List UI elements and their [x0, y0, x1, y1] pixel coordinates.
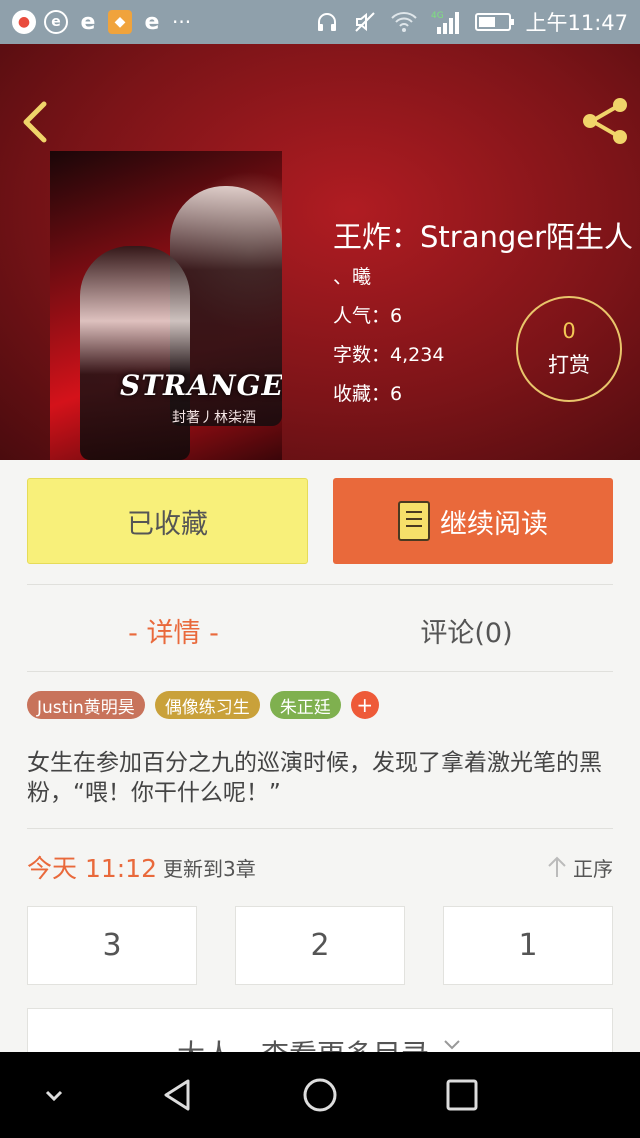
popularity-stat: 人气：6: [333, 301, 402, 328]
word-count-value: 4,234: [390, 344, 445, 366]
chapter-button[interactable]: 3: [27, 906, 197, 985]
book-icon: [398, 501, 430, 541]
back-arrow-icon[interactable]: [18, 100, 52, 144]
word-count-label: 字数：: [333, 344, 391, 366]
update-time: 今天 11:12: [27, 854, 157, 883]
add-tag-button[interactable]: +: [350, 691, 379, 719]
continue-reading-label: 继续阅读: [440, 508, 548, 540]
favorites-label: 收藏：: [333, 383, 391, 405]
arrow-up-icon: [548, 856, 566, 877]
update-info: 今天 11:12 更新到3章 正序: [27, 849, 613, 885]
update-text: 更新到3章: [163, 856, 256, 881]
recents-square-icon[interactable]: [442, 1075, 482, 1115]
cover-figure-left: [80, 246, 190, 460]
notification-icons: ● e e ◆ e ···: [12, 9, 192, 35]
chrome-like-icon: ●: [12, 10, 36, 34]
continue-reading-button[interactable]: 继续阅读: [333, 478, 613, 564]
chapter-button[interactable]: 1: [443, 906, 613, 985]
popularity-label: 人气：: [333, 305, 391, 327]
ie-icon: e: [44, 10, 68, 34]
cover-title: STRANGER: [120, 369, 282, 402]
svg-text:4G: 4G: [431, 11, 444, 21]
book-author: 、曦: [333, 266, 372, 288]
status-bar: ● e e ◆ e ··· 4G 上午11:47: [0, 0, 640, 44]
wifi-icon: [391, 12, 418, 32]
divider: [27, 584, 613, 585]
tip-button[interactable]: 0 打赏: [516, 296, 622, 402]
headphones-icon: [318, 13, 337, 31]
share-icon[interactable]: [578, 96, 632, 146]
tab-detail[interactable]: - 详情 -: [27, 600, 320, 660]
sort-order-button[interactable]: 正序: [547, 853, 613, 882]
battery-icon: [475, 13, 515, 31]
cover-credit: 封著丿林柒酒: [172, 410, 256, 426]
ie-icon: e: [80, 9, 96, 35]
tip-label: 打赏: [548, 353, 590, 377]
book-cover[interactable]: STRANGER 封著丿林柒酒: [50, 151, 282, 460]
ie-icon: e: [144, 9, 160, 35]
tab-comments[interactable]: 评论(0): [320, 600, 613, 660]
tag-list: Justin黄明昊 偶像练习生 朱正廷 +: [27, 691, 379, 719]
book-synopsis: 女生在参加百分之九的巡演时候，发现了拿着激光笔的黑粉，“喂！你干什么呢！”: [27, 750, 602, 806]
tag[interactable]: 偶像练习生: [154, 691, 260, 719]
puzzle-icon: ◆: [108, 10, 132, 34]
more-notifications-icon: ···: [172, 10, 192, 34]
sort-label: 正序: [573, 856, 613, 881]
back-triangle-icon[interactable]: [158, 1075, 198, 1115]
signal-icon: 4G: [431, 11, 460, 34]
favorited-button[interactable]: 已收藏: [27, 478, 308, 564]
system-icons: 4G 上午11:47: [315, 7, 628, 37]
system-navigation-bar: [0, 1052, 640, 1138]
tip-count: 0: [562, 319, 576, 343]
popularity-value: 6: [390, 305, 403, 327]
book-header: STRANGER 封著丿林柒酒 王炸：Stranger陌生人 、曦 人气：6 字…: [0, 44, 640, 460]
hide-keyboard-icon[interactable]: [34, 1075, 74, 1115]
divider: [27, 671, 613, 672]
clock: 上午11:47: [525, 11, 628, 35]
book-title: 王炸：Stranger陌生人: [333, 220, 634, 254]
mute-icon: [355, 12, 376, 32]
word-count-stat: 字数：4,234: [333, 340, 444, 367]
favorites-stat: 收藏：6: [333, 379, 402, 406]
favorites-value: 6: [390, 383, 403, 405]
tag[interactable]: Justin黄明昊: [27, 691, 145, 719]
favorited-label: 已收藏: [127, 508, 208, 540]
home-circle-icon[interactable]: [300, 1075, 340, 1115]
tag[interactable]: 朱正廷: [269, 691, 341, 719]
divider: [27, 828, 613, 829]
chapter-button[interactable]: 2: [235, 906, 405, 985]
